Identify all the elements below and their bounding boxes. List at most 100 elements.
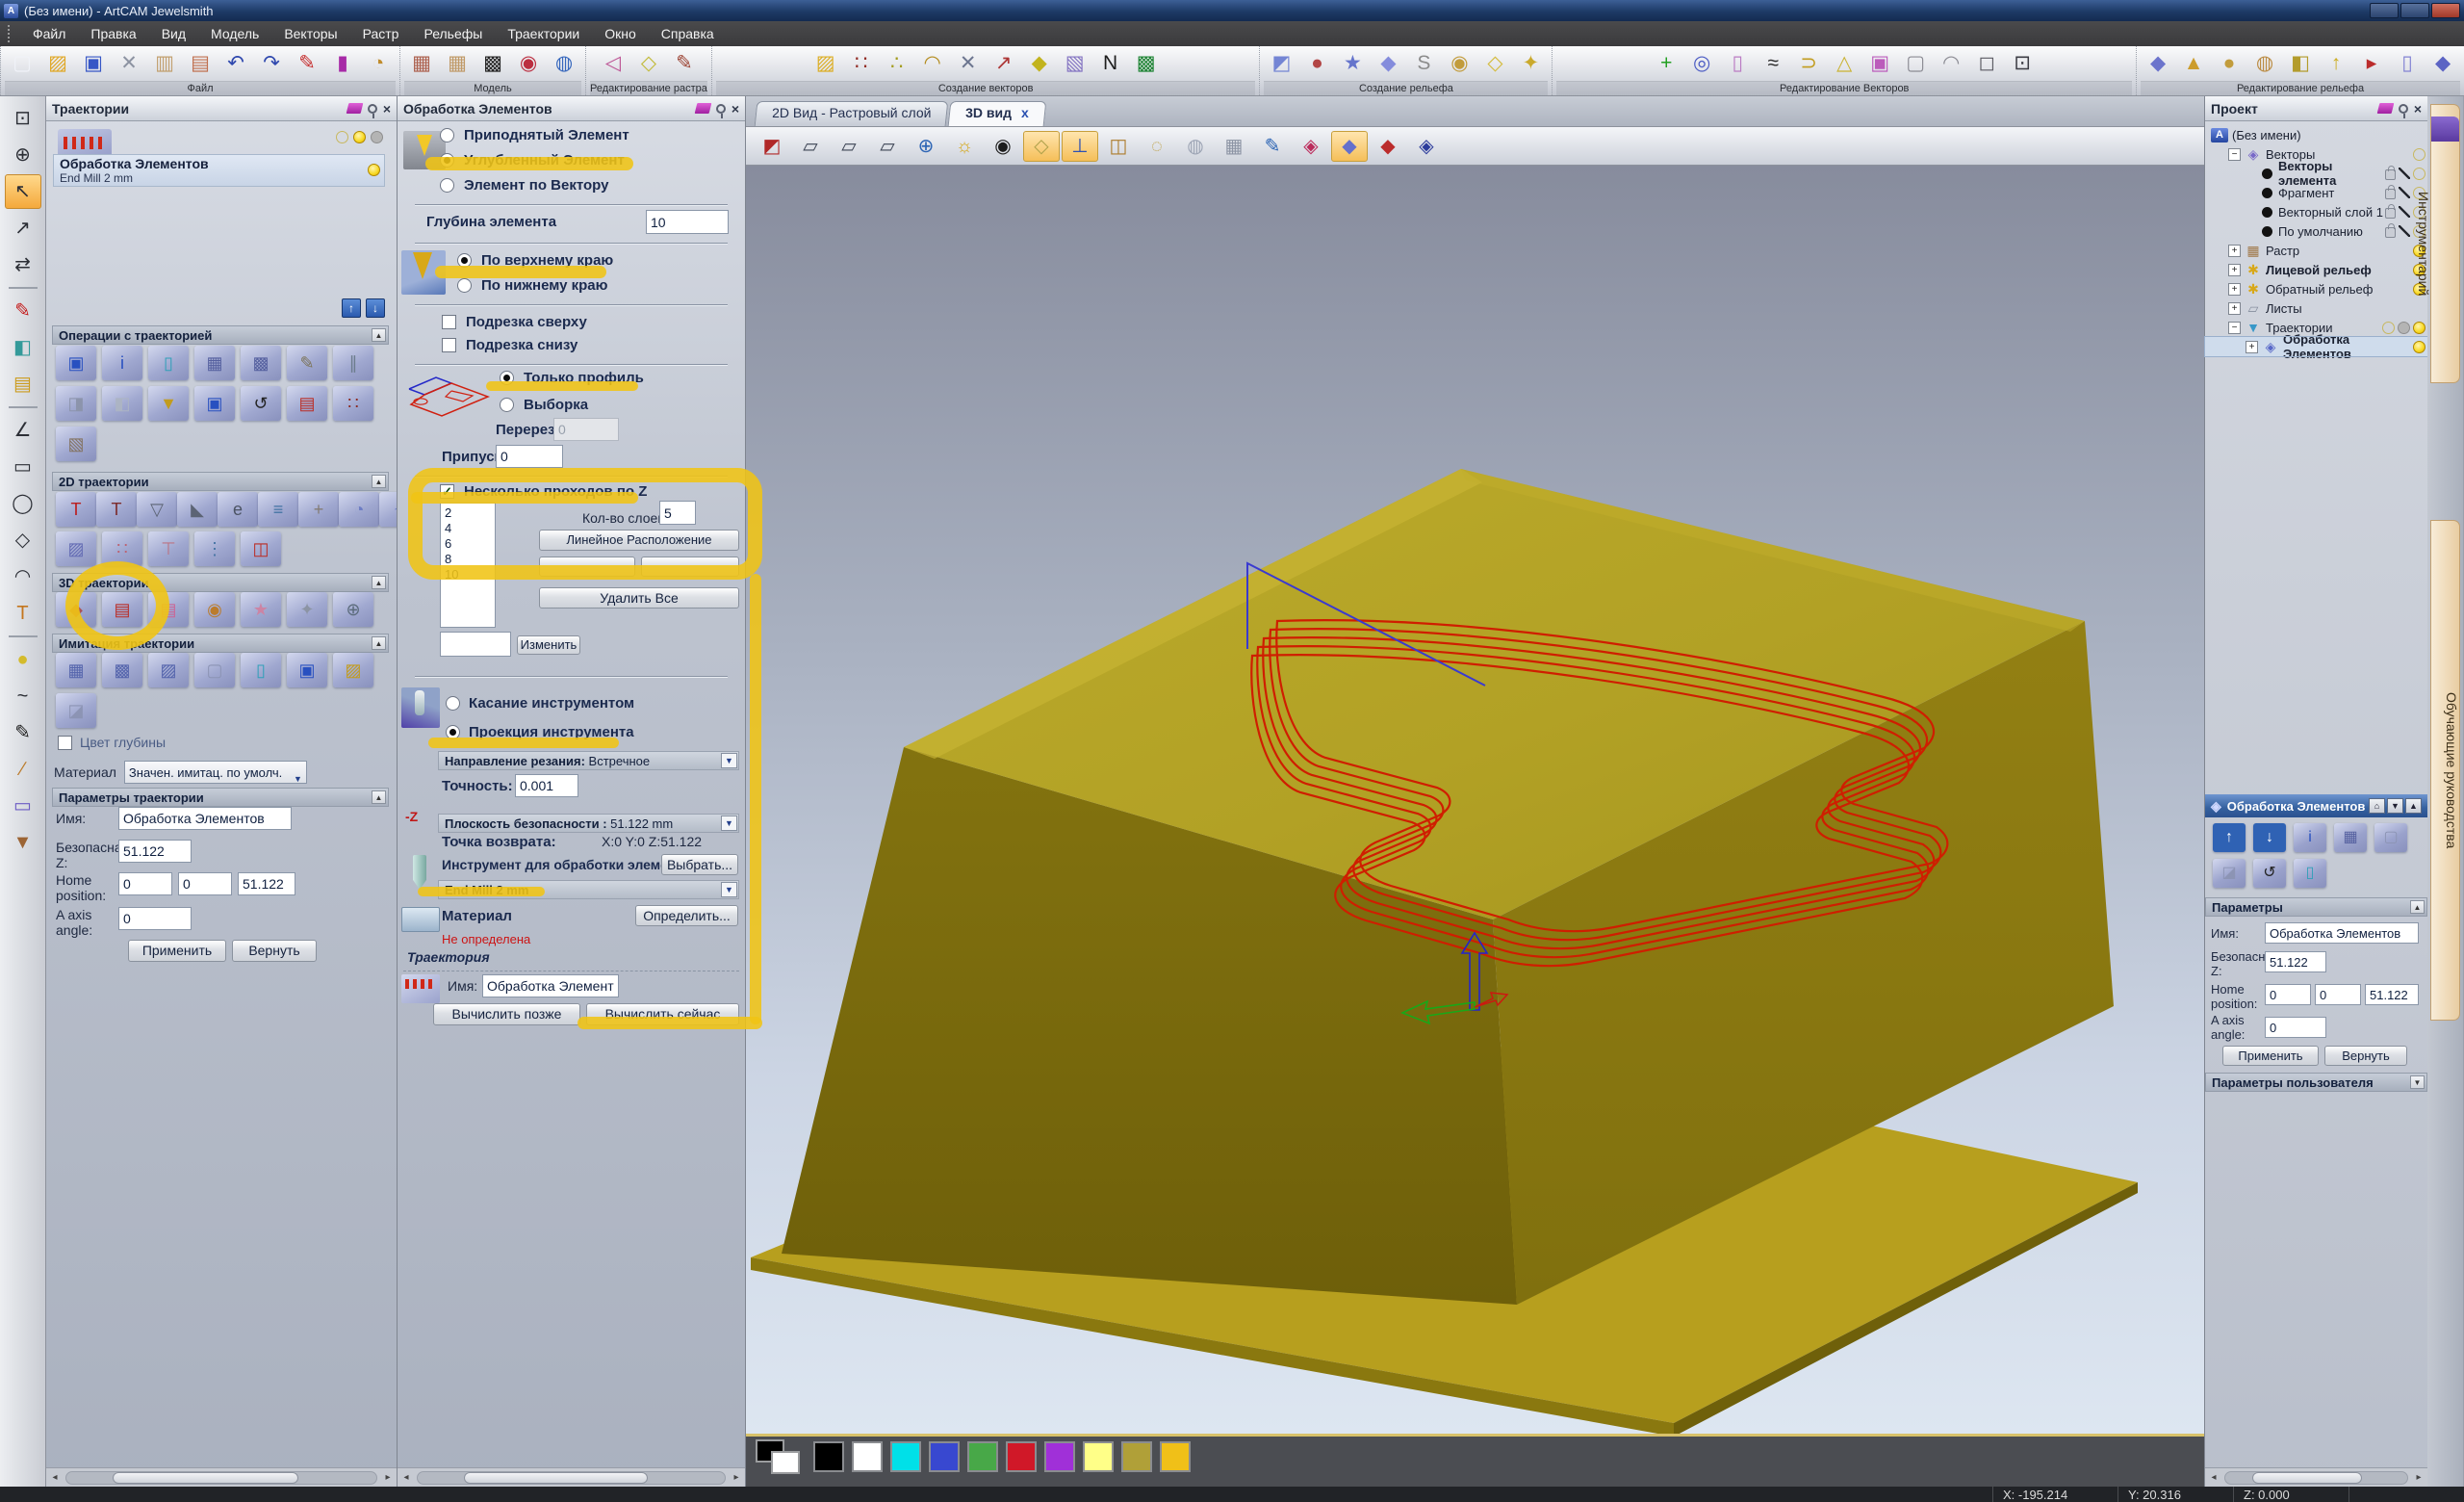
constrain-icon[interactable]: ▯ [2390, 47, 2425, 80]
expander-icon[interactable]: − [2228, 148, 2241, 161]
palette-color-1[interactable] [852, 1441, 883, 1472]
depth-color-checkbox[interactable] [58, 736, 72, 750]
origin-axes-icon[interactable]: ⊥ [1062, 131, 1098, 162]
left-panel-hscrollbar[interactable]: ◂▸ [46, 1467, 397, 1487]
bevel-carving-icon[interactable]: ◣ [177, 492, 218, 527]
ellipse-tool[interactable]: ◯ [5, 486, 41, 521]
tab-3d-view[interactable]: 3D видx [948, 101, 1046, 126]
vector-folder-icon[interactable]: ▨ [808, 47, 843, 80]
profile-only-radio-row[interactable]: Только профиль [500, 370, 644, 386]
chisel-tool[interactable]: ∕ [5, 752, 41, 787]
scroll-right-icon[interactable]: ▸ [2410, 1472, 2427, 1483]
save-icon[interactable]: ▣ [76, 47, 111, 80]
text-block-icon[interactable]: ▩ [1129, 47, 1164, 80]
simulation-block-icon[interactable]: ▢ [194, 653, 235, 687]
expander-icon[interactable]: + [2246, 341, 2258, 353]
flood-fill-tool[interactable]: ◧ [5, 330, 41, 365]
move-toolpath-down-button[interactable]: ↓ [366, 298, 385, 318]
toolpath-visibility-bulb-icon[interactable] [368, 164, 380, 176]
feature-panel-hscrollbar[interactable]: ◂▸ [398, 1467, 745, 1487]
cut-out-icon[interactable]: ◉ [194, 592, 235, 627]
scroll-right-icon[interactable]: ▸ [728, 1472, 745, 1483]
collapse-icon[interactable]: ▲ [372, 328, 386, 342]
machining-plan-icon[interactable]: ▧ [56, 427, 96, 461]
wave-distort-icon[interactable]: ≈ [1756, 47, 1790, 80]
select-tool-button[interactable]: Выбрать... [661, 854, 738, 875]
trim-bottom-checkbox[interactable] [442, 338, 456, 352]
primary-secondary-swatch[interactable] [756, 1439, 806, 1474]
show-front-relief-icon[interactable]: ◆ [1331, 131, 1368, 162]
bottom-edge-radio[interactable] [457, 278, 472, 293]
turn-icon[interactable]: ◆ [1371, 47, 1405, 80]
palette-color-0[interactable] [813, 1441, 844, 1472]
move-up-icon[interactable]: ↑ [2213, 823, 2246, 852]
home-x-input[interactable] [2265, 984, 2311, 1005]
material-dropdown[interactable]: Значен. имитац. по умолч. ▼ [124, 761, 307, 784]
palette-color-9[interactable] [1160, 1441, 1191, 1472]
droplet-tool[interactable]: ● [5, 642, 41, 677]
calligraphy-tool[interactable]: ✎ [5, 715, 41, 750]
tree-item-5[interactable]: По умолчанию [2205, 221, 2427, 241]
rotary-axis-icon[interactable]: ↺ [2253, 859, 2286, 888]
expander-icon[interactable]: + [2228, 245, 2241, 257]
delete-toolpath-icon[interactable]: ▯ [148, 346, 189, 380]
recessed-feature-radio-row[interactable]: Углубленный Элемент [440, 152, 625, 168]
flat-plane-icon[interactable]: ◇ [1477, 47, 1512, 80]
simulation-block-icon[interactable]: ◪ [2213, 859, 2246, 888]
drilling-icon[interactable]: ≡ [258, 492, 298, 527]
shape-editor-icon[interactable]: ◩ [1264, 47, 1298, 80]
pin-icon[interactable]: ▸ [2354, 47, 2389, 80]
material-block-icon[interactable]: ◨ [56, 386, 96, 421]
ring-preview-icon[interactable]: ◌ [1139, 131, 1175, 162]
view-canvas[interactable] [746, 166, 2204, 1437]
toolpath-name-input[interactable] [2265, 922, 2419, 944]
laser-texture-icon[interactable]: ✦ [287, 592, 327, 627]
node-editing-tool[interactable]: ↗ [5, 211, 41, 246]
bulb-all-off-icon[interactable] [336, 131, 348, 143]
expander-icon[interactable]: − [2228, 322, 2241, 334]
wireframe-icon[interactable]: ◍ [547, 47, 581, 80]
fluting-icon[interactable]: ~ [379, 492, 398, 527]
apply-button[interactable]: Применить [128, 940, 226, 962]
remove-z-height-button[interactable] [641, 557, 739, 577]
tree-item-8[interactable]: +✱Обратный рельеф [2205, 279, 2427, 298]
home-x-input[interactable] [118, 872, 172, 895]
pierce-relief-icon[interactable]: ★ [241, 592, 281, 627]
block-copy-icon[interactable]: ▢ [1898, 47, 1933, 80]
lock-icon[interactable] [2385, 169, 2396, 180]
bulb-toggle-icon[interactable] [371, 131, 383, 143]
palette-color-2[interactable] [890, 1441, 921, 1472]
copy-icon[interactable]: ▥ [147, 47, 182, 80]
tool-database-icon[interactable]: ∥ [333, 346, 373, 380]
section-2d-toolpaths[interactable]: 2D траектории▲ [52, 472, 389, 491]
home-z-input[interactable] [238, 872, 295, 895]
layer-count-input[interactable] [659, 501, 696, 525]
z-height-option-3[interactable]: 8 [445, 552, 495, 567]
tool-contact-radio[interactable] [446, 696, 460, 711]
transform-tool[interactable]: ⇄ [5, 247, 41, 282]
smudge-tool[interactable]: ~ [5, 679, 41, 713]
home-y-input[interactable] [178, 872, 232, 895]
revert-button[interactable]: Вернуть [2324, 1046, 2407, 1066]
simulate-toolpath-icon[interactable]: ▢ [2374, 823, 2407, 852]
dome-icon[interactable]: ◆ [2426, 47, 2460, 80]
define-material-button[interactable]: Определить... [635, 905, 738, 926]
machining-order-icon[interactable]: ∷ [102, 531, 142, 566]
collapse-icon[interactable]: ▲ [372, 790, 386, 804]
move-toolpath-up-button[interactable]: ↑ [342, 298, 361, 318]
section-user-parameters[interactable]: Параметры пользователя▼ [2205, 1073, 2427, 1092]
palette-color-4[interactable] [967, 1441, 998, 1472]
tolerance-input[interactable] [515, 774, 578, 797]
envelope-icon[interactable]: △ [1827, 47, 1861, 80]
notes-icon[interactable]: ✎ [290, 47, 324, 80]
tree-item-2[interactable]: Векторы элемента [2205, 164, 2427, 183]
wrap-profile-icon[interactable]: ◔ [339, 492, 379, 527]
close-panel-icon[interactable]: × [383, 103, 391, 115]
dock-home-icon[interactable]: ⌂ [2369, 798, 2385, 814]
material-ghost-icon[interactable]: ◧ [102, 386, 142, 421]
lock-icon[interactable] [2385, 189, 2396, 199]
select-vectors-tool[interactable]: ↖ [5, 174, 41, 209]
open-file-icon[interactable]: ▨ [40, 47, 75, 80]
collapse-icon[interactable]: ▲ [372, 475, 386, 488]
feature-depth-input[interactable] [646, 210, 729, 234]
